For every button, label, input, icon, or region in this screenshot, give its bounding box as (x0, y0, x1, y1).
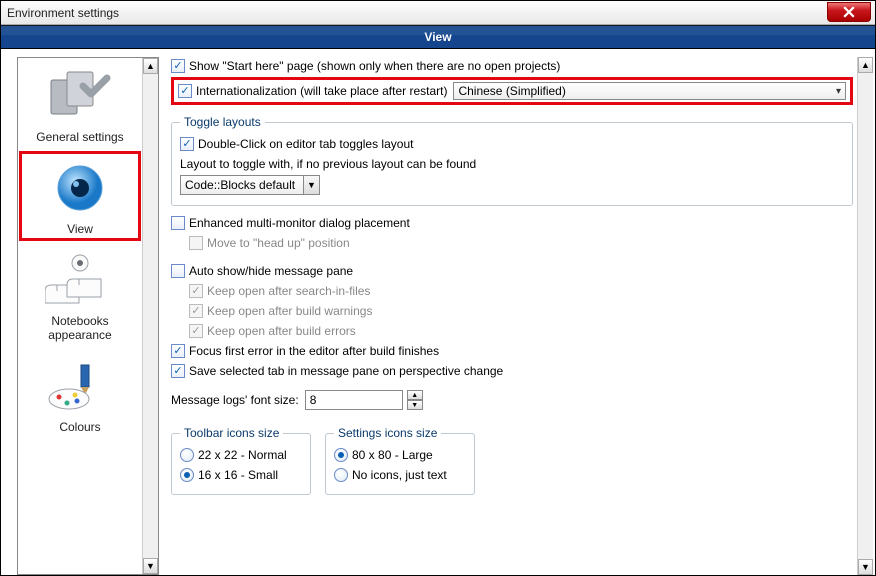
checkbox-focus-err[interactable] (171, 344, 185, 358)
checkbox-double-click[interactable] (180, 137, 194, 151)
chevron-down-icon: ▼ (303, 176, 319, 194)
sidebar-item-label: Notebooks appearance (22, 314, 138, 342)
layout-select[interactable]: Code::Blocks default ▼ (180, 175, 320, 195)
label-focus-err: Focus first error in the editor after bu… (189, 344, 439, 358)
checkbox-keep-warn (189, 304, 203, 318)
i18n-highlight: Internationalization (will take place af… (171, 77, 853, 105)
sidebar-item-label: General settings (22, 130, 138, 144)
page-title-band: View (1, 25, 875, 49)
checkbox-start-here[interactable] (171, 59, 185, 73)
sidebar-item-label: Colours (22, 420, 138, 434)
font-size-input[interactable]: 8 (305, 390, 403, 410)
settings-icons-group: Settings icons size 80 x 80 - Large No i… (325, 426, 475, 495)
label-settings-none: No icons, just text (352, 468, 447, 482)
label-i18n: Internationalization (will take place af… (196, 84, 447, 98)
label-keep-err: Keep open after build errors (207, 324, 356, 338)
label-keep-warn: Keep open after build warnings (207, 304, 372, 318)
label-start-here: Show "Start here" page (shown only when … (189, 59, 560, 73)
label-toolbar-22: 22 x 22 - Normal (198, 448, 287, 462)
settings-content: Show "Start here" page (shown only when … (159, 57, 875, 575)
sidebar-item-colours[interactable]: Colours (18, 348, 142, 440)
sidebar-item-notebooks[interactable]: Notebooks appearance (18, 242, 142, 348)
label-auto-hide: Auto show/hide message pane (189, 264, 353, 278)
toggle-layouts-legend: Toggle layouts (180, 115, 265, 129)
checkbox-keep-err (189, 324, 203, 338)
label-save-tab: Save selected tab in message pane on per… (189, 364, 503, 378)
checkbox-multi-monitor[interactable] (171, 216, 185, 230)
language-select[interactable]: Chinese (Simplified) (453, 82, 846, 100)
checkbox-auto-hide[interactable] (171, 264, 185, 278)
toolbar-icons-legend: Toolbar icons size (180, 426, 283, 440)
colours-icon (45, 356, 115, 416)
label-double-click: Double-Click on editor tab toggles layou… (198, 137, 413, 151)
radio-toolbar-16[interactable] (180, 468, 194, 482)
checkbox-save-tab[interactable] (171, 364, 185, 378)
layout-selected: Code::Blocks default (185, 178, 295, 192)
checkbox-i18n[interactable] (178, 84, 192, 98)
label-toolbar-16: 16 x 16 - Small (198, 468, 278, 482)
titlebar[interactable]: Environment settings (1, 1, 875, 25)
label-multi-monitor: Enhanced multi-monitor dialog placement (189, 216, 410, 230)
spin-up[interactable]: ▲ (407, 390, 423, 400)
label-headup: Move to "head up" position (207, 236, 350, 250)
label-font-size: Message logs' font size: (171, 393, 299, 407)
category-sidebar: General settings View (17, 57, 159, 575)
general-settings-icon (45, 66, 115, 126)
toolbar-icons-group: Toolbar icons size 22 x 22 - Normal 16 x… (171, 426, 311, 495)
close-icon (843, 6, 855, 18)
window-title: Environment settings (7, 6, 119, 20)
label-layout-hint: Layout to toggle with, if no previous la… (180, 157, 476, 171)
radio-settings-none[interactable] (334, 468, 348, 482)
view-eye-icon (45, 158, 115, 218)
page-title: View (424, 30, 451, 44)
spin-down[interactable]: ▼ (407, 400, 423, 410)
scroll-up-icon[interactable]: ▲ (143, 58, 158, 74)
sidebar-item-general[interactable]: General settings (18, 58, 142, 150)
radio-toolbar-22[interactable] (180, 448, 194, 462)
language-selected: Chinese (Simplified) (458, 84, 565, 98)
close-button[interactable] (827, 2, 871, 22)
toggle-layouts-group: Toggle layouts Double-Click on editor ta… (171, 115, 853, 206)
notebooks-icon (45, 250, 115, 310)
scroll-down-icon[interactable]: ▼ (858, 559, 873, 575)
sidebar-item-view[interactable]: View (18, 150, 142, 242)
checkbox-headup (189, 236, 203, 250)
label-settings-80: 80 x 80 - Large (352, 448, 433, 462)
content-scrollbar[interactable]: ▲ ▼ (857, 57, 873, 575)
radio-settings-80[interactable] (334, 448, 348, 462)
sidebar-scrollbar[interactable]: ▲ ▼ (142, 58, 158, 574)
scroll-down-icon[interactable]: ▼ (143, 558, 158, 574)
sidebar-item-label: View (22, 222, 138, 236)
label-keep-search: Keep open after search-in-files (207, 284, 370, 298)
scroll-up-icon[interactable]: ▲ (858, 57, 873, 73)
checkbox-keep-search (189, 284, 203, 298)
settings-icons-legend: Settings icons size (334, 426, 441, 440)
